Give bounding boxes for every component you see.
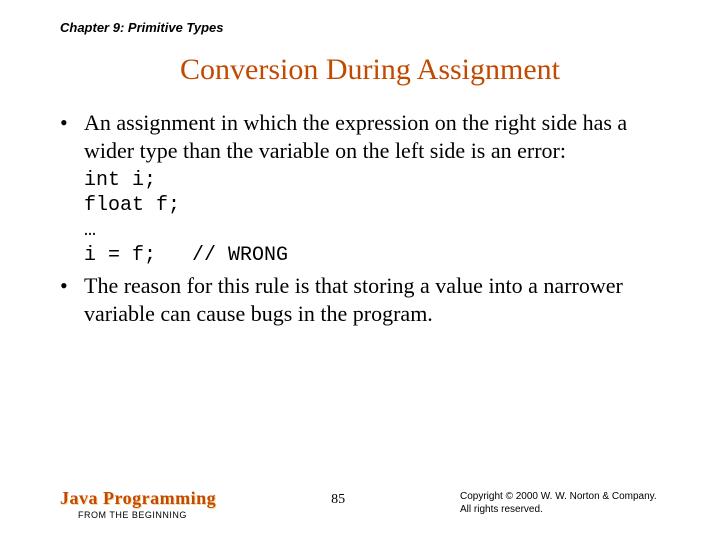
slide: Chapter 9: Primitive Types Conversion Du… [0,0,720,540]
footer: Java Programming FROM THE BEGINNING 85 C… [60,488,680,520]
bullet-list: An assignment in which the expression on… [60,109,680,164]
code-block: int i; float f; … i = f; // WRONG [84,168,680,268]
brand-subtitle: FROM THE BEGINNING [78,510,216,520]
page-number: 85 [331,492,345,508]
bullet-list: The reason for this rule is that storing… [60,272,680,327]
bullet-item: The reason for this rule is that storing… [60,272,670,327]
copyright-line: All rights reserved. [460,503,680,516]
copyright-line: Copyright © 2000 W. W. Norton & Company. [460,490,680,503]
footer-left: Java Programming FROM THE BEGINNING [60,488,216,520]
slide-title: Conversion During Assignment [60,53,680,87]
chapter-label: Chapter 9: Primitive Types [60,20,680,35]
bullet-item: An assignment in which the expression on… [60,109,670,164]
brand-title: Java Programming [60,488,216,509]
copyright: Copyright © 2000 W. W. Norton & Company.… [460,490,680,516]
